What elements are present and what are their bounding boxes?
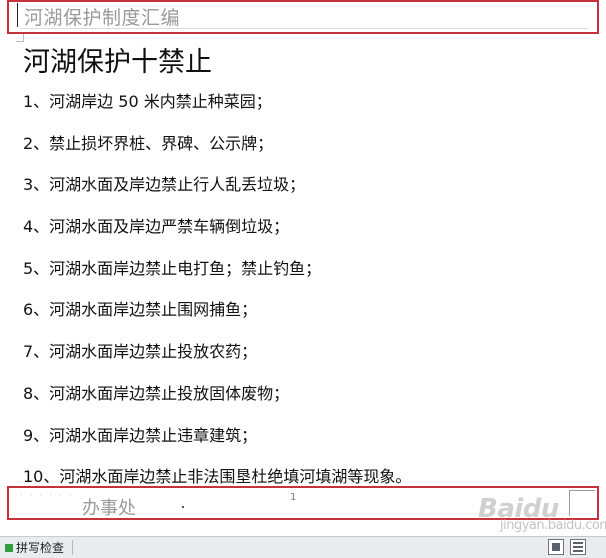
watermark-site: jingyan.baidu.com: [500, 518, 606, 533]
spell-check-label: 拼写检查: [16, 541, 65, 555]
page-number: 1: [290, 492, 297, 503]
list-item[interactable]: 4、河湖水面及岸边严禁车辆倒垃圾；: [23, 213, 411, 255]
document-title[interactable]: 河湖保护十禁止: [23, 40, 212, 79]
list-item[interactable]: 9、河湖水面岸边禁止违章建筑；: [23, 422, 411, 464]
list-item[interactable]: 5、河湖水面岸边禁止电打鱼；禁止钓鱼；: [23, 255, 411, 297]
list-item[interactable]: 2、禁止损坏界桩、界碑、公示牌；: [23, 130, 411, 172]
footer-text[interactable]: 办事处: [82, 494, 136, 520]
prohibition-list: 1、河湖岸边 50 米内禁止种菜园； 2、禁止损坏界桩、界碑、公示牌； 3、河湖…: [23, 88, 411, 505]
status-separator: [72, 540, 73, 555]
header-divider: [20, 28, 588, 29]
baidu-watermark-logo: Baidu jingyan.baidu.com: [478, 494, 606, 533]
document-page: 河湖保护制度汇编 河湖保护十禁止 1、河湖岸边 50 米内禁止种菜园； 2、禁止…: [0, 0, 606, 536]
spell-check-icon: [5, 543, 13, 552]
list-item[interactable]: 6、河湖水面岸边禁止围网捕鱼；: [23, 296, 411, 338]
footer-tab-leader: · · · · · ·: [20, 491, 74, 501]
page-view-icon[interactable]: [548, 539, 564, 555]
outline-view-icon[interactable]: [570, 539, 586, 555]
list-item[interactable]: 8、河湖水面岸边禁止投放固体废物；: [23, 380, 411, 422]
view-mode-group: [548, 539, 586, 555]
list-item[interactable]: 7、河湖水面岸边禁止投放农药；: [23, 338, 411, 380]
status-bar: 拼写检查: [0, 536, 606, 558]
text-cursor: [17, 3, 18, 27]
list-item[interactable]: 1、河湖岸边 50 米内禁止种菜园；: [23, 88, 411, 130]
spell-check-button[interactable]: 拼写检查: [2, 539, 67, 556]
header-text[interactable]: 河湖保护制度汇编: [24, 3, 180, 30]
footer-tab-mark: [182, 506, 184, 508]
list-item[interactable]: 3、河湖水面及岸边禁止行人乱丢垃圾；: [23, 171, 411, 213]
